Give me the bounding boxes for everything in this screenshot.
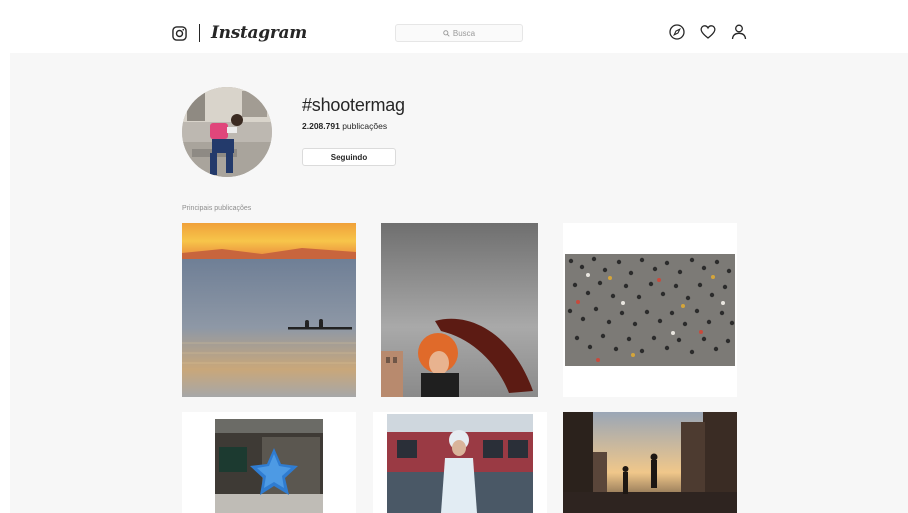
post-image-train [373, 412, 547, 513]
top-posts-title: Principais publicações [182, 205, 252, 212]
instagram-camera-icon [172, 25, 187, 41]
activity-heart-icon[interactable] [699, 23, 717, 41]
top-navigation-bar: Instagram Busca [0, 0, 908, 53]
search-input[interactable]: Busca [395, 24, 523, 42]
post-count-number: 2.208.791 [302, 121, 340, 131]
post-image-street [563, 412, 737, 513]
post-tile-crowd-aerial[interactable] [563, 223, 737, 397]
hashtag-avatar[interactable] [182, 87, 272, 177]
post-count: 2.208.791 publicações [302, 121, 387, 131]
post-count-label: publicações [342, 121, 388, 131]
logo-divider [199, 24, 200, 42]
explore-compass-icon[interactable] [668, 23, 686, 41]
post-image-sunset [182, 223, 356, 397]
logo[interactable]: Instagram [172, 21, 307, 45]
post-tile-sunset-sea-kayakers[interactable] [182, 223, 356, 397]
search-icon [443, 29, 450, 37]
following-button[interactable]: Seguindo [302, 148, 396, 166]
hashtag-title: #shootermag [302, 95, 405, 115]
search-placeholder: Busca [452, 28, 476, 38]
post-tile-blue-star-balloon[interactable] [182, 412, 356, 513]
post-image-crowd [563, 223, 737, 397]
post-tile-woman-by-train[interactable] [373, 412, 547, 513]
post-image-umbrella [381, 223, 538, 397]
post-image-balloon [182, 412, 356, 513]
instagram-wordmark: Instagram [211, 23, 307, 43]
post-tile-city-street-sunset[interactable] [563, 412, 737, 513]
post-tile-woman-red-umbrella[interactable] [381, 223, 538, 397]
profile-person-icon[interactable] [730, 23, 748, 41]
nav-icons [668, 23, 748, 41]
